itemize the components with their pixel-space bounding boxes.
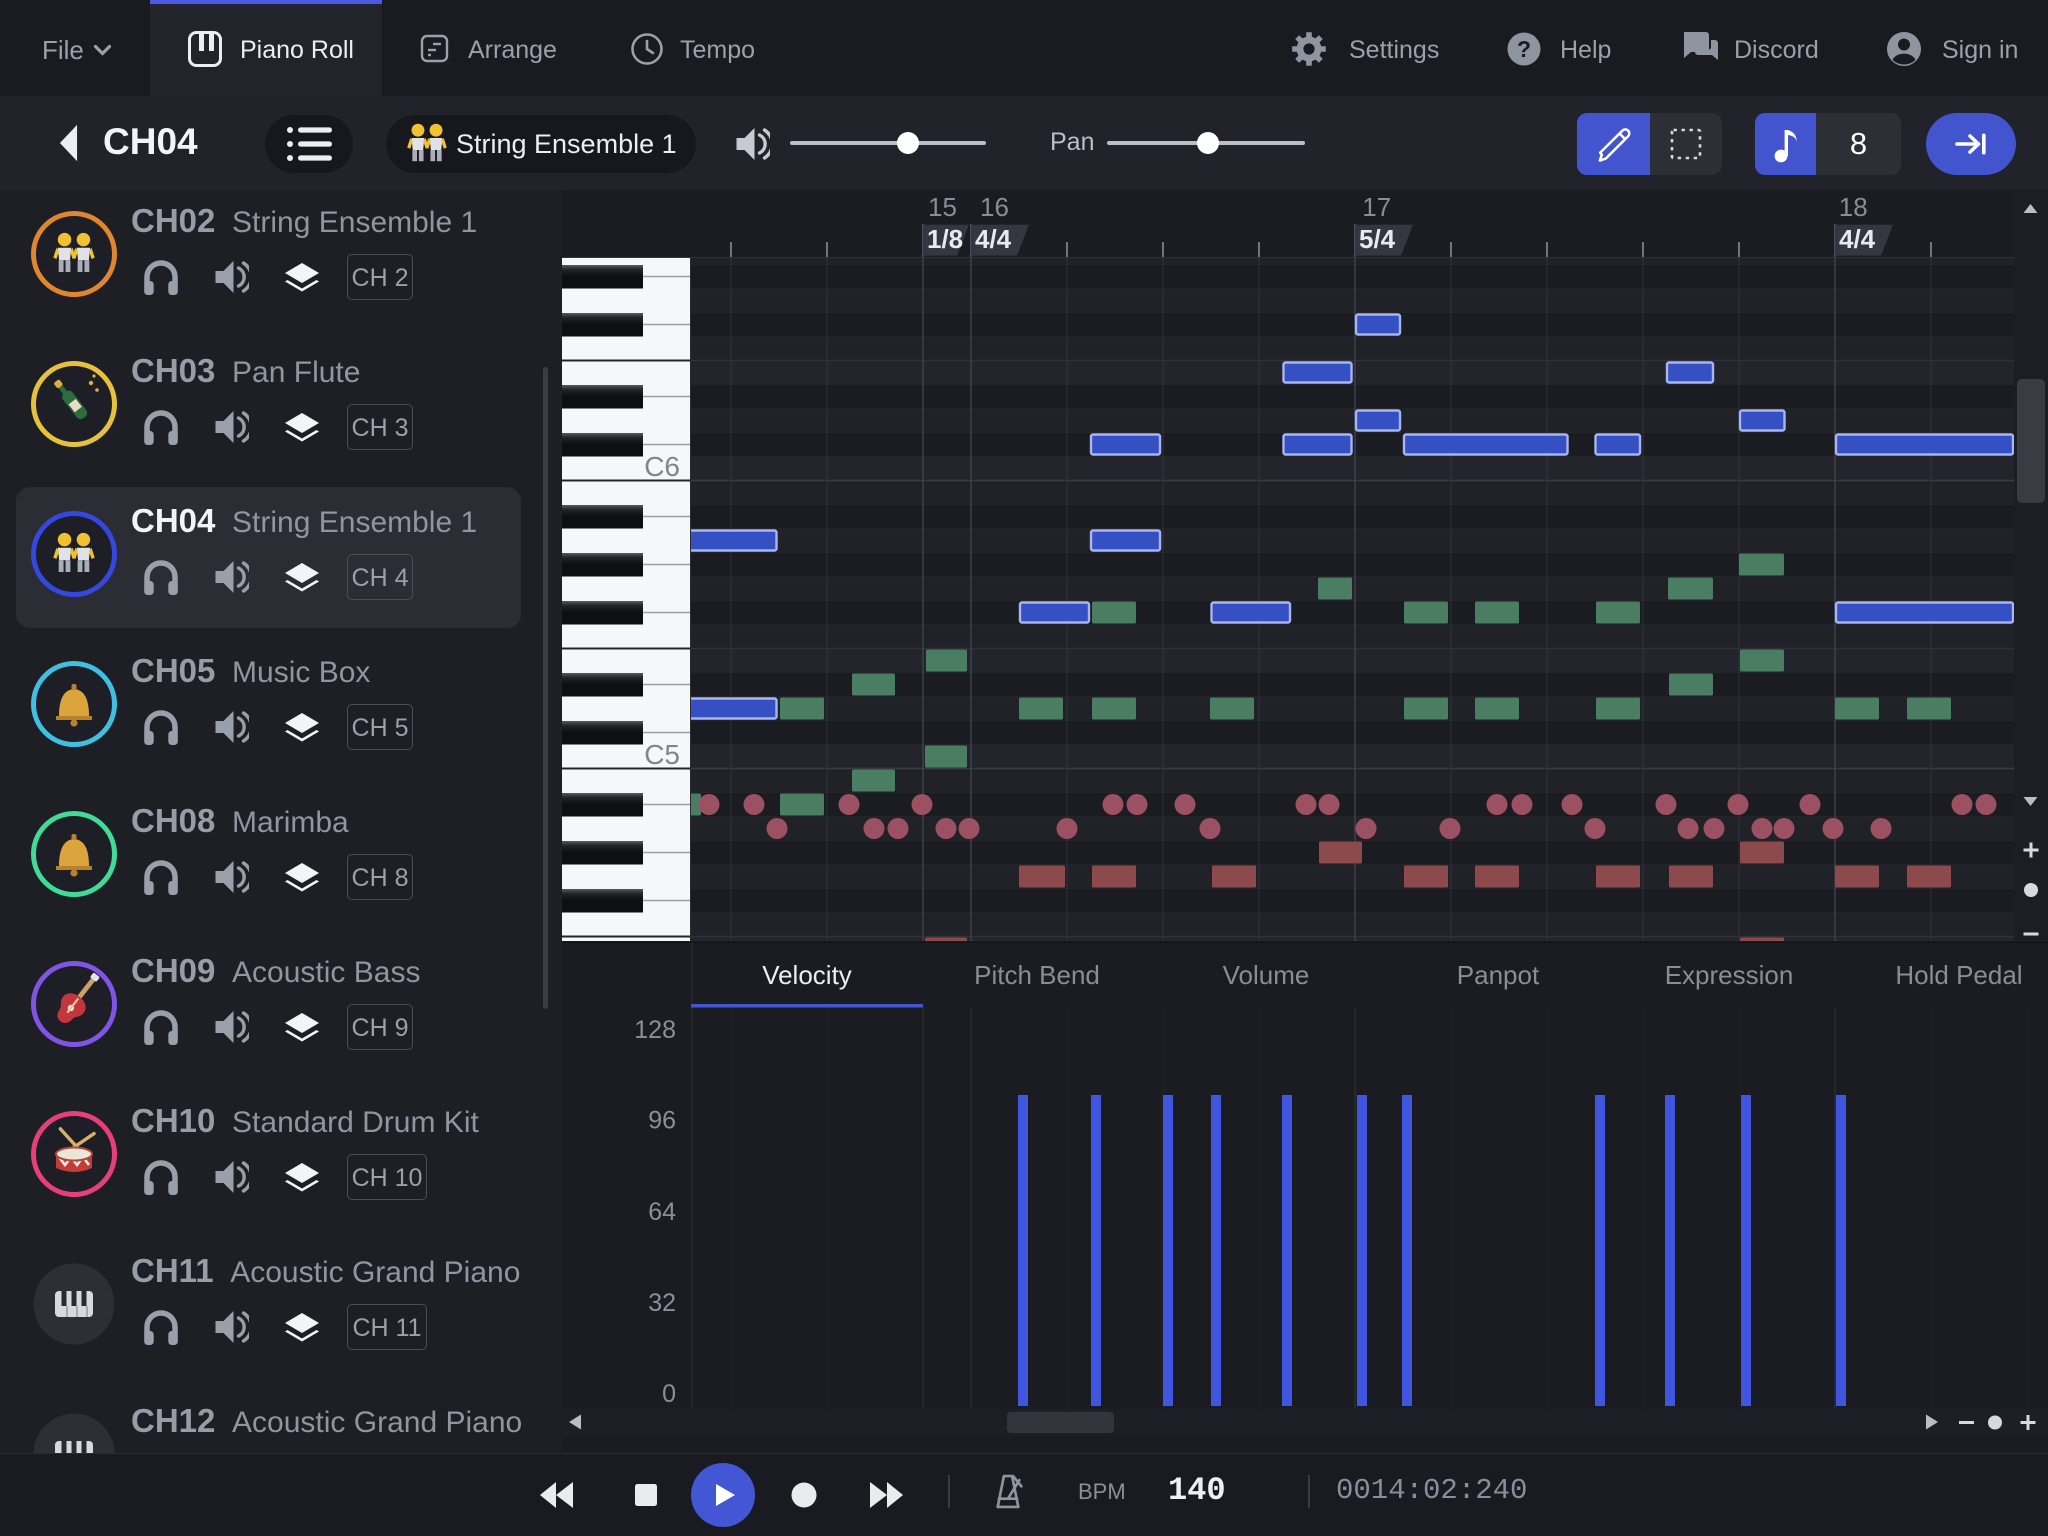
svg-text:0: 0 xyxy=(662,1380,676,1408)
svg-text:C6: C6 xyxy=(644,451,680,482)
svg-text:?: ? xyxy=(1517,36,1531,62)
svg-text:5/4: 5/4 xyxy=(1359,224,1396,254)
svg-text:15: 15 xyxy=(928,192,957,222)
svg-text:1/8: 1/8 xyxy=(927,224,963,254)
svg-text:Expression: Expression xyxy=(1665,960,1794,990)
svg-text:64: 64 xyxy=(648,1198,676,1226)
svg-text:16: 16 xyxy=(980,192,1009,222)
svg-text:4/4: 4/4 xyxy=(1839,224,1876,254)
svg-text:96: 96 xyxy=(648,1107,676,1135)
svg-text:32: 32 xyxy=(648,1289,676,1317)
svg-text:4/4: 4/4 xyxy=(975,224,1012,254)
svg-text:Velocity: Velocity xyxy=(762,960,852,990)
svg-text:Panpot: Panpot xyxy=(1457,960,1540,990)
svg-text:Volume: Volume xyxy=(1223,960,1310,990)
svg-text:18: 18 xyxy=(1839,192,1868,222)
svg-text:Pitch Bend: Pitch Bend xyxy=(974,960,1100,990)
svg-text:17: 17 xyxy=(1362,192,1391,222)
svg-text:128: 128 xyxy=(634,1016,676,1044)
svg-text:Hold Pedal: Hold Pedal xyxy=(1895,960,2022,990)
svg-text:C5: C5 xyxy=(644,739,680,770)
